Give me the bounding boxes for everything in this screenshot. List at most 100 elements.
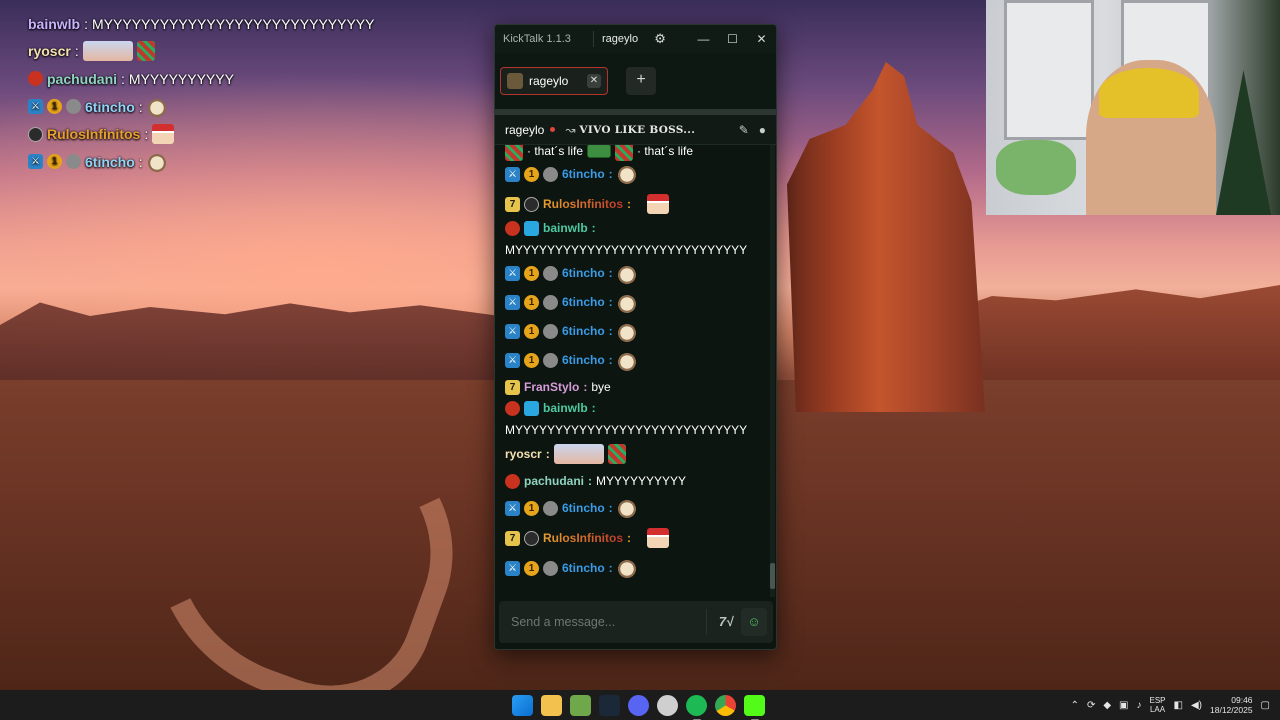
shield-icon[interactable]: ◆ [1103,700,1111,711]
message-username[interactable]: pachudani [524,473,584,490]
clock-date: 18/12/2025 [1210,705,1253,715]
message-username[interactable]: 6tincho [562,352,605,369]
chrome-icon[interactable] [715,694,736,716]
one-badge-icon: 1 [47,99,62,115]
minecraft-icon[interactable] [570,694,591,716]
gray-badge-icon [543,295,558,310]
stream-title: VIVO LIKE BOSS... [579,123,696,136]
webcam-window [1004,0,1094,140]
speaker-icon[interactable]: ◀) [1191,700,1202,711]
steam-icon[interactable] [599,694,620,716]
system-tray: ⌃ ⟳ ◆ ▣ ♪ ESP LAA ◧ ◀) 09:46 18/12/2025 … [1071,695,1270,715]
message-username[interactable]: 6tincho [562,166,605,183]
sword-badge-icon: ⚔ [505,166,520,182]
chat-message: ⚔ 1 6tincho: [505,553,766,583]
message-username[interactable]: 6tincho [562,294,605,311]
santa-emote-icon [152,124,175,145]
title-bar[interactable]: KickTalk 1.1.3 rageylo ⚙ — ☐ ✕ [495,25,776,53]
message-username[interactable]: RulosInfinitos [543,530,623,547]
username-separator: : [591,400,596,415]
chat-message: ⚔ 1 6tincho: [505,159,766,189]
sword-badge-icon: ⚔ [505,266,520,281]
chat-message: ⚔ 1 6tincho: [505,288,766,317]
webcam-feed [986,0,1280,215]
money-emote-icon [587,145,612,158]
account-username[interactable]: rageylo [602,33,638,45]
pin-icon[interactable]: ✎ [739,123,749,137]
one-badge-icon: 1 [524,295,539,310]
gray-badge-icon [543,324,558,339]
discord-icon[interactable] [628,694,649,716]
kick-icon[interactable] [744,694,765,716]
chevron-up-icon[interactable]: ⌃ [1071,700,1079,711]
username-separator: : [608,166,613,181]
language-indicator[interactable]: ESP LAA [1150,696,1166,714]
one-badge-icon: 1 [47,154,62,170]
emoji-picker-button[interactable]: ☺ [741,608,767,636]
chat-message: 7 RulosInfinitos: [505,189,766,219]
minimize-button[interactable]: — [689,32,718,46]
gray-badge-icon [543,266,558,281]
username-separator: : [627,196,631,211]
sync-icon[interactable]: ⟳ [1087,700,1095,711]
message-username[interactable]: 6tincho [562,323,605,340]
one-badge-icon: 1 [524,353,539,368]
one-badge-icon: 1 [524,166,539,182]
santa-emote-icon [647,194,669,214]
message-input[interactable] [499,602,706,642]
skull-badge-icon [524,196,539,212]
scrollbar-thumb[interactable] [770,563,775,589]
cat-emote-icon [616,350,637,371]
spotify-icon[interactable] [686,694,707,716]
message-username[interactable]: ryoscr [505,446,542,463]
cat-emote-icon [616,263,637,284]
taskbar: ⌃ ⟳ ◆ ▣ ♪ ESP LAA ◧ ◀) 09:46 18/12/2025 … [0,690,1280,720]
close-button[interactable]: ✕ [747,32,776,46]
tab-rageylo[interactable]: rageylo ✕ [500,67,608,95]
message-username[interactable]: bainwlb [543,400,588,417]
clock[interactable]: 09:46 18/12/2025 [1210,695,1253,715]
overlay-message: RulosInfinitos: [28,120,374,148]
channel-name[interactable]: rageylo [505,123,544,137]
santa-emote-icon [647,528,669,548]
username-separator: : [627,530,631,545]
file-explorer-icon[interactable] [541,694,562,716]
live-indicator-icon [550,127,556,132]
cube-badge-icon [524,400,539,416]
microphone-icon[interactable]: ♪ [1137,700,1142,711]
gray-badge-icon [543,166,558,182]
gray-badge-icon [66,154,81,170]
gear-icon[interactable]: ⚙ [652,31,668,47]
network-tray-icon[interactable]: ▣ [1119,700,1128,711]
kicktalk-window: KickTalk 1.1.3 rageylo ⚙ — ☐ ✕ rageylo ✕… [494,24,777,650]
chat-message: 7 FranStylo: bye [505,375,766,399]
notification-icon[interactable]: ▢ [1261,700,1270,711]
message-username[interactable]: bainwlb [543,220,588,237]
windows-start-icon[interactable] [512,694,533,716]
message-text: MYYYYYYYYYYYYYYYYYYYYYYYYYYYYY [505,422,748,437]
mod-badge-icon: 7 [505,379,520,395]
tab-close-icon[interactable]: ✕ [587,74,601,88]
red-badge-icon [505,400,520,416]
username-separator: : [608,353,613,367]
obs-icon[interactable] [657,694,678,716]
user-icon[interactable]: ● [759,123,766,137]
kick-emote-picker-button[interactable]: 7√ [711,608,741,636]
add-tab-button[interactable]: + [626,67,656,95]
wifi-icon[interactable]: ◧ [1174,700,1183,711]
maximize-button[interactable]: ☐ [718,32,747,46]
message-username[interactable]: RulosInfinitos [543,196,623,213]
dynamite-emote-icon [136,41,155,62]
background-mesa-right [960,285,1280,395]
message-text: bye [591,379,611,394]
message-username[interactable]: FranStylo [524,379,579,396]
title-separator [593,31,594,47]
mod-badge-icon: 7 [505,530,520,546]
message-text: MYYYYYYYYYYYYYYYYYYYYYYYYYYYYY [505,242,748,257]
dynamite-emote-icon [615,145,634,161]
chat-scrollbar[interactable] [770,145,775,597]
message-username[interactable]: 6tincho [562,265,605,282]
message-username[interactable]: 6tincho [562,500,605,517]
username-separator: : [545,446,550,461]
message-username[interactable]: 6tincho [562,560,605,577]
